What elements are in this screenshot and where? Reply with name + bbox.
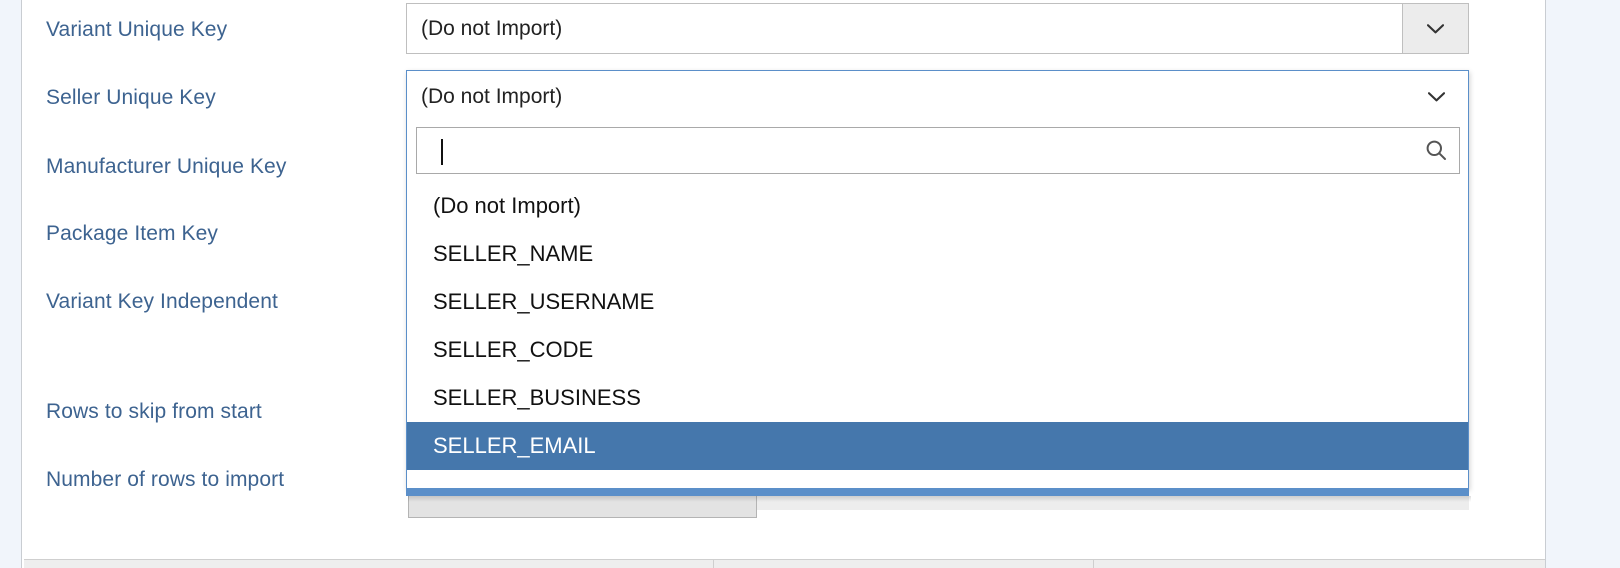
preview-table-column-3	[1094, 560, 1545, 568]
label-rows-to-skip-from-start: Rows to skip from start	[46, 400, 262, 423]
option-seller-name[interactable]: SELLER_NAME	[407, 230, 1468, 278]
option-seller-code[interactable]: SELLER_CODE	[407, 326, 1468, 374]
label-package-item-key: Package Item Key	[46, 222, 219, 245]
option-do-not-import[interactable]: (Do not Import)	[407, 182, 1468, 230]
preview-table-column-1	[24, 560, 714, 568]
seller-unique-key-search-row	[407, 122, 1468, 178]
seller-unique-key-selected-value: (Do not Import)	[421, 84, 563, 108]
chevron-down-icon	[1427, 91, 1445, 102]
search-icon[interactable]	[1413, 138, 1459, 162]
seller-unique-key-combobox-header[interactable]: (Do not Import)	[407, 71, 1468, 122]
combobox-drop-shadow	[408, 496, 1471, 502]
variant-unique-key-dropdown-button[interactable]	[1403, 4, 1468, 53]
label-variant-unique-key: Variant Unique Key	[46, 18, 228, 41]
seller-unique-key-option-list[interactable]: (Do not Import) SELLER_NAME SELLER_USERN…	[407, 178, 1468, 488]
preview-table-column-2	[714, 560, 1094, 568]
variant-unique-key-selected-value: (Do not Import)	[407, 4, 1403, 53]
label-number-of-rows-to-import: Number of rows to import	[46, 468, 285, 491]
label-variant-key-independent: Variant Key Independent	[46, 290, 278, 313]
combobox-bottom-accent	[406, 489, 1469, 496]
seller-unique-key-combobox[interactable]: (Do not Import) (Do not Import) SELLER_N…	[406, 70, 1469, 489]
import-field-mapping-screen: Variant Unique Key Seller Unique Key Man…	[0, 0, 1620, 568]
seller-unique-key-search-box[interactable]	[416, 126, 1460, 174]
option-seller-email[interactable]: SELLER_EMAIL	[407, 422, 1468, 470]
field-label-column: Variant Unique Key Seller Unique Key Man…	[46, 0, 396, 568]
label-seller-unique-key: Seller Unique Key	[46, 86, 216, 109]
text-caret	[441, 138, 443, 165]
option-seller-business[interactable]: SELLER_BUSINESS	[407, 374, 1468, 422]
chevron-down-icon	[1427, 23, 1444, 34]
seller-unique-key-dropdown-button[interactable]	[1404, 91, 1468, 102]
variant-unique-key-select[interactable]: (Do not Import)	[406, 3, 1469, 54]
label-manufacturer-unique-key: Manufacturer Unique Key	[46, 155, 287, 178]
option-seller-username[interactable]: SELLER_USERNAME	[407, 278, 1468, 326]
right-side-panel	[1545, 0, 1620, 568]
left-gutter-strip	[0, 0, 22, 568]
preview-table-header	[24, 559, 1545, 568]
seller-unique-key-search-input[interactable]	[417, 127, 1413, 173]
